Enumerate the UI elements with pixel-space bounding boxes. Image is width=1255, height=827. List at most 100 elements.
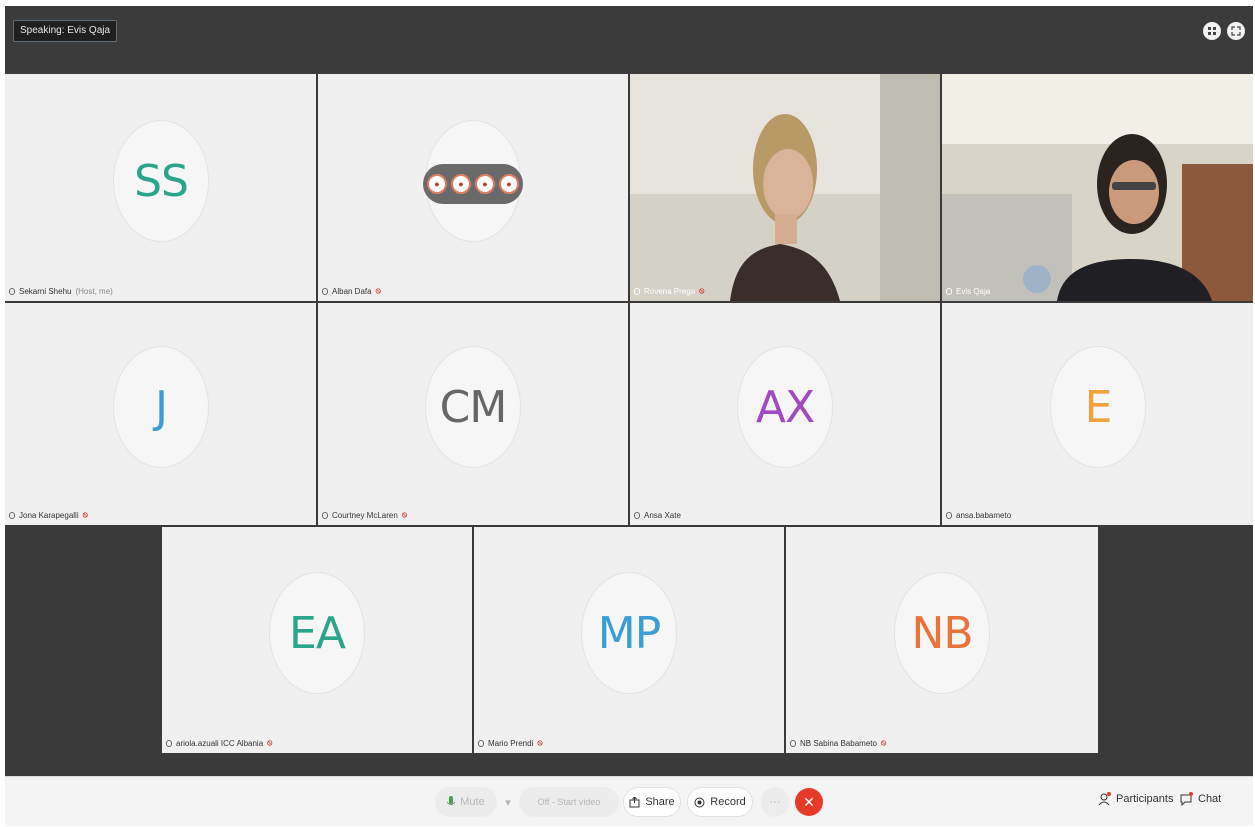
reaction-icon: ● bbox=[451, 174, 471, 194]
nameplate: Alban Dafa ⦸ bbox=[322, 284, 381, 298]
top-bar: Speaking: Evis Qaja bbox=[5, 6, 1253, 74]
active-speaker-video-tile[interactable]: Evis Qaja bbox=[942, 74, 1253, 301]
mic-icon bbox=[946, 287, 952, 295]
participants-button[interactable]: Participants bbox=[1098, 792, 1173, 806]
participant-name: Courtney McLaren bbox=[332, 510, 398, 520]
avatar: CM bbox=[425, 346, 521, 468]
fullscreen-icon[interactable] bbox=[1227, 22, 1245, 40]
video-feed bbox=[942, 74, 1253, 301]
nameplate: Sekarni Shehu (Host, me) bbox=[9, 284, 113, 298]
avatar: EA bbox=[269, 572, 365, 694]
participant-tile[interactable]: EA ariola.azuali ICC Albania ⦸ bbox=[162, 527, 472, 753]
participant-name: Alban Dafa bbox=[332, 286, 372, 296]
mic-icon bbox=[634, 511, 640, 519]
record-icon bbox=[694, 797, 705, 807]
more-icon: ··· bbox=[769, 796, 781, 808]
mic-icon bbox=[166, 739, 172, 747]
chat-icon bbox=[1180, 792, 1193, 806]
mic-icon bbox=[790, 739, 796, 747]
avatar: NB bbox=[894, 572, 990, 694]
participant-name: Jona Karapegalli bbox=[19, 510, 79, 520]
reaction-icon: ● bbox=[475, 174, 495, 194]
participant-name: ansa.babameto bbox=[956, 510, 1012, 520]
record-button[interactable]: Record bbox=[687, 787, 753, 817]
end-call-button[interactable]: ✕ bbox=[795, 788, 823, 816]
avatar-initials: CM bbox=[439, 381, 508, 433]
share-button[interactable]: Share bbox=[623, 787, 681, 817]
nameplate: Mario Prendi ⦸ bbox=[478, 736, 543, 750]
participant-name: NB Sabina Babameto bbox=[800, 738, 877, 748]
participant-name: Sekarni Shehu bbox=[19, 286, 72, 296]
nameplate: Rovena Prega ⦸ bbox=[634, 284, 704, 298]
chat-label: Chat bbox=[1198, 793, 1222, 805]
meeting-controls-bar: Mute ▾ Off - Start video Share Record ··… bbox=[5, 776, 1253, 826]
reaction-icon: ● bbox=[499, 174, 519, 194]
share-label: Share bbox=[645, 796, 675, 808]
close-icon: ✕ bbox=[803, 793, 815, 810]
share-icon bbox=[629, 796, 640, 807]
participant-name: ariola.azuali ICC Albania bbox=[176, 738, 264, 748]
video-label: Off - Start video bbox=[537, 797, 601, 807]
avatar: E bbox=[1050, 346, 1146, 468]
participant-tile[interactable]: AD ● ● ● ● Alban Dafa ⦸ bbox=[318, 74, 628, 301]
mic-icon bbox=[322, 511, 328, 519]
start-video-button[interactable]: Off - Start video bbox=[519, 787, 619, 817]
participant-tile[interactable]: MP Mario Prendi ⦸ bbox=[474, 527, 784, 753]
muted-mic-icon: ⦸ bbox=[401, 510, 408, 519]
participant-video-tile[interactable]: Rovena Prega ⦸ bbox=[630, 74, 940, 301]
avatar: MP bbox=[581, 572, 677, 694]
participant-name: Mario Prendi bbox=[488, 738, 534, 748]
participant-tile[interactable]: NB NB Sabina Babameto ⦸ bbox=[786, 527, 1098, 753]
avatar-initials: NB bbox=[911, 607, 973, 659]
avatar: SS bbox=[113, 120, 209, 242]
avatar: J bbox=[113, 346, 209, 468]
microphone-icon bbox=[447, 796, 456, 805]
nameplate: NB Sabina Babameto ⦸ bbox=[790, 736, 886, 750]
mute-button[interactable]: Mute bbox=[435, 787, 497, 817]
grid-icon bbox=[1208, 27, 1216, 35]
avatar-initials: J bbox=[155, 381, 168, 433]
nameplate: Courtney McLaren ⦸ bbox=[322, 508, 407, 522]
participant-name: Ansa Xate bbox=[644, 510, 681, 520]
mic-icon bbox=[946, 511, 952, 519]
reaction-icon: ● bbox=[427, 174, 447, 194]
mic-icon bbox=[634, 287, 640, 295]
nameplate: Jona Karapegalli ⦸ bbox=[9, 508, 88, 522]
avatar-initials: SS bbox=[134, 155, 189, 207]
muted-mic-icon: ⦸ bbox=[267, 738, 273, 747]
avatar-initials: E bbox=[1084, 381, 1113, 433]
participant-tile[interactable]: CM Courtney McLaren ⦸ bbox=[318, 303, 628, 525]
mic-icon bbox=[322, 287, 328, 295]
participant-name: Evis Qaja bbox=[956, 286, 991, 296]
muted-mic-icon: ⦸ bbox=[699, 286, 705, 295]
reaction-overlay: ● ● ● ● bbox=[423, 164, 523, 204]
phone-icon bbox=[478, 739, 484, 747]
participant-tile[interactable]: E ansa.babameto bbox=[942, 303, 1253, 525]
muted-mic-icon: ⦸ bbox=[537, 738, 543, 747]
mic-icon bbox=[9, 511, 15, 519]
participant-tile[interactable]: J Jona Karapegalli ⦸ bbox=[5, 303, 316, 525]
participant-name: Rovena Prega bbox=[644, 286, 696, 296]
meeting-window: Speaking: Evis Qaja SS Sekarni Shehu (Ho… bbox=[5, 6, 1253, 826]
participants-label: Participants bbox=[1116, 793, 1174, 805]
participants-icon bbox=[1098, 792, 1111, 806]
avatar: AX bbox=[737, 346, 833, 468]
muted-mic-icon: ⦸ bbox=[880, 738, 887, 747]
avatar-initials: AX bbox=[755, 381, 815, 433]
muted-mic-icon: ⦸ bbox=[375, 286, 381, 295]
participant-tile[interactable]: SS Sekarni Shehu (Host, me) bbox=[5, 74, 316, 301]
video-feed bbox=[630, 74, 940, 301]
participant-tile[interactable]: AX Ansa Xate bbox=[630, 303, 940, 525]
avatar-initials: MP bbox=[597, 607, 661, 659]
mute-options-chevron-icon[interactable]: ▾ bbox=[501, 787, 515, 817]
nameplate: ansa.babameto bbox=[946, 508, 1011, 522]
mic-icon bbox=[9, 287, 15, 295]
mute-label: Mute bbox=[460, 796, 485, 808]
chat-button[interactable]: Chat bbox=[1180, 792, 1221, 806]
host-label: (Host, me) bbox=[75, 286, 113, 296]
layout-icon[interactable] bbox=[1203, 22, 1221, 40]
nameplate: ariola.azuali ICC Albania ⦸ bbox=[166, 736, 272, 750]
speaking-indicator: Speaking: Evis Qaja bbox=[13, 20, 118, 42]
more-options-button[interactable]: ··· bbox=[761, 787, 789, 817]
nameplate: Ansa Xate bbox=[634, 508, 681, 522]
